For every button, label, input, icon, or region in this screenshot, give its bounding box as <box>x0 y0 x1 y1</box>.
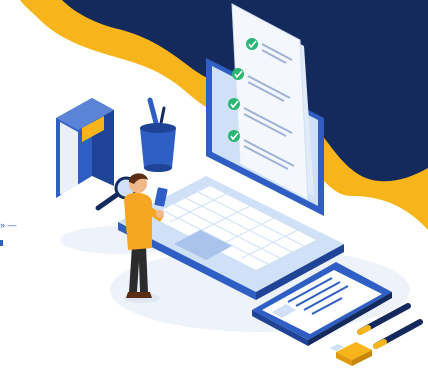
illustration-svg: » — <box>0 0 428 366</box>
side-text: » — <box>0 220 17 230</box>
pen-icon <box>373 319 423 349</box>
usb-drive-icon <box>330 342 372 366</box>
side-text-fragment: » — <box>0 220 17 246</box>
check-icon <box>228 130 240 142</box>
check-icon <box>228 98 240 110</box>
side-text-mark <box>0 240 3 246</box>
check-icon <box>232 68 244 80</box>
book-icon <box>56 98 114 204</box>
check-icon <box>246 38 258 50</box>
pen-cup-icon <box>140 97 176 172</box>
illustration-canvas: » — <box>0 0 428 369</box>
